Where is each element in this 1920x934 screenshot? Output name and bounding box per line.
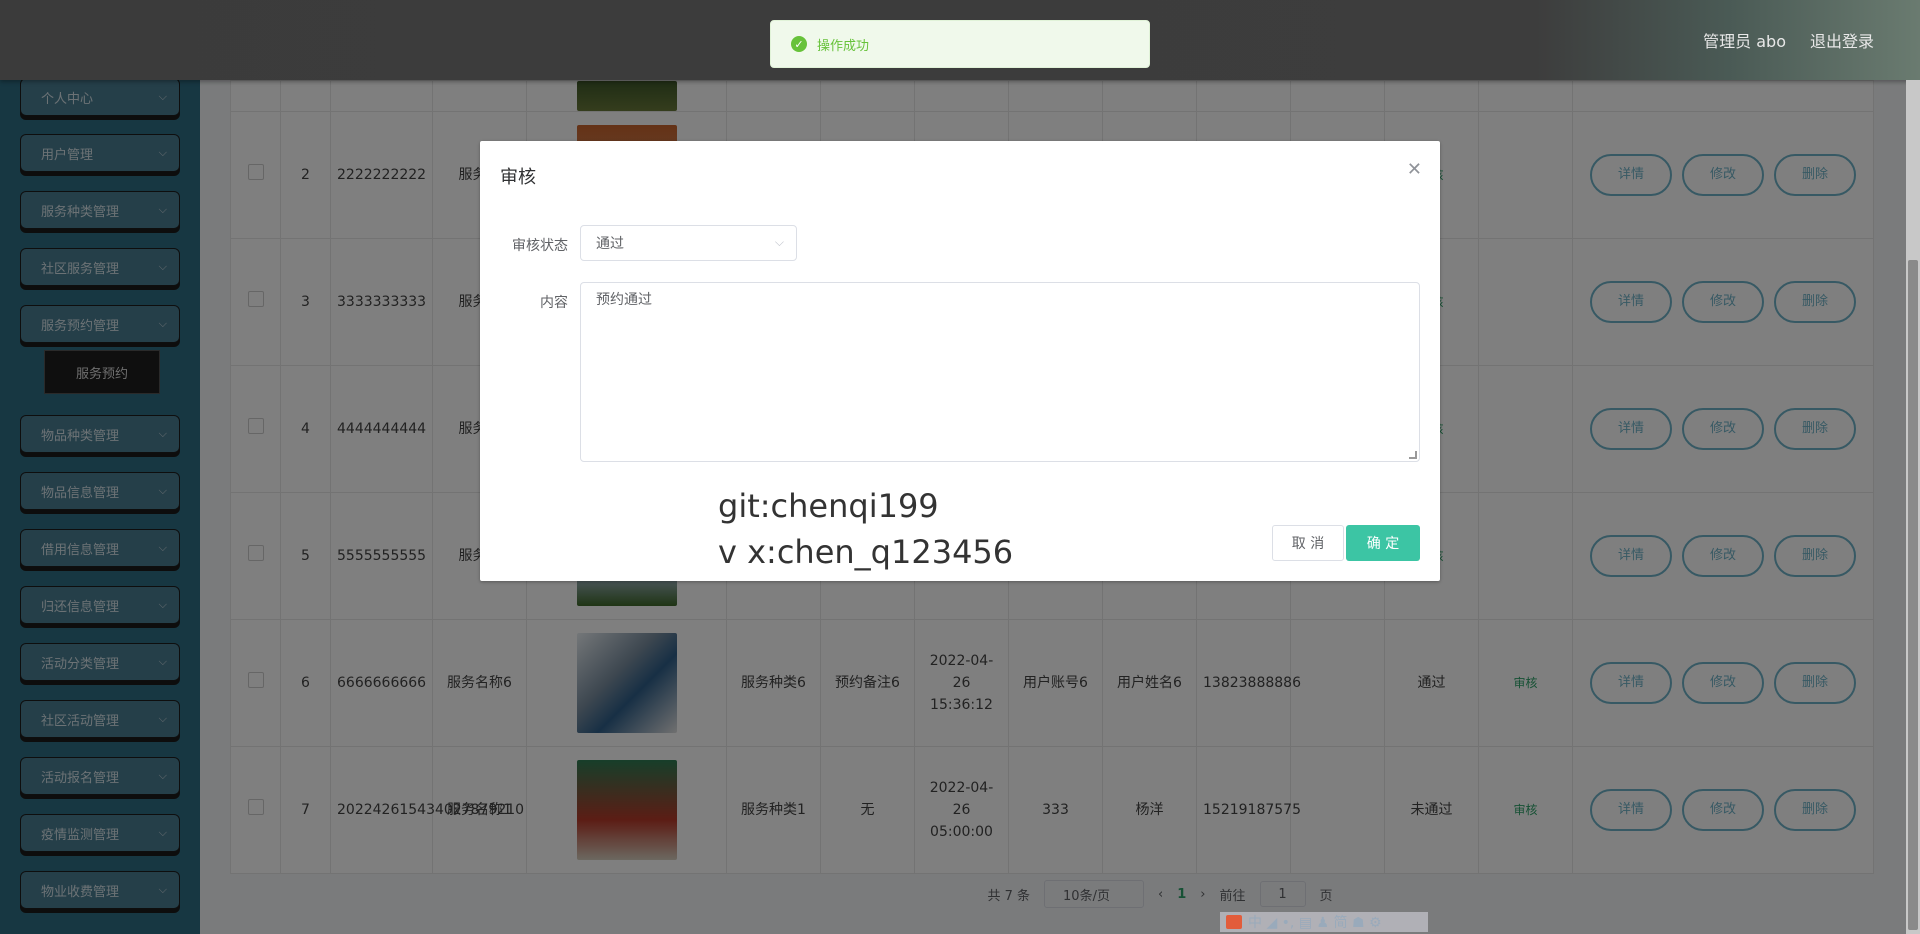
content-textarea[interactable]: 预约通过 <box>580 282 1420 462</box>
close-icon[interactable]: ✕ <box>1407 159 1422 180</box>
success-toast: ✓ 操作成功 <box>770 20 1150 68</box>
admin-user-label[interactable]: 管理员 abo <box>1703 28 1786 52</box>
content-value: 预约通过 <box>596 292 652 308</box>
success-check-icon: ✓ <box>791 36 807 52</box>
header-user-area: 管理员 abo 退出登录 <box>1703 28 1874 52</box>
confirm-button[interactable]: 确 定 <box>1346 525 1420 561</box>
scrollbar-thumb[interactable] <box>1908 260 1918 930</box>
ime-toolbar[interactable]: 中 ◢ •, ▤ ♟ 简 ☗ ⚙ <box>1220 912 1428 932</box>
watermark-line: git:chenqi199 <box>718 487 939 525</box>
resize-handle-icon[interactable] <box>1409 451 1417 459</box>
audit-status-value: 通过 <box>596 236 624 252</box>
dialog-title: 审核 <box>500 167 536 188</box>
watermark-text: git:chenqi199 v x:chen_q123456 <box>718 483 1013 575</box>
logout-link[interactable]: 退出登录 <box>1810 28 1874 52</box>
toast-message: 操作成功 <box>817 38 870 54</box>
vertical-scrollbar[interactable] <box>1906 80 1920 934</box>
chevron-down-icon: ⌵ <box>774 235 784 249</box>
audit-status-select[interactable]: 通过 ⌵ <box>580 225 797 261</box>
audit-status-label: 审核状态 <box>512 238 568 254</box>
audit-dialog: 审核 ✕ 审核状态 通过 ⌵ 内容 预约通过 git:chenqi199 v x… <box>480 141 1440 581</box>
cancel-button[interactable]: 取 消 <box>1272 525 1344 561</box>
content-label: 内容 <box>540 295 568 311</box>
ime-status-text: 中 ◢ •, ▤ ♟ 简 ☗ ⚙ <box>1248 915 1382 931</box>
watermark-line: v x:chen_q123456 <box>718 533 1014 571</box>
ime-logo-icon <box>1226 915 1242 929</box>
